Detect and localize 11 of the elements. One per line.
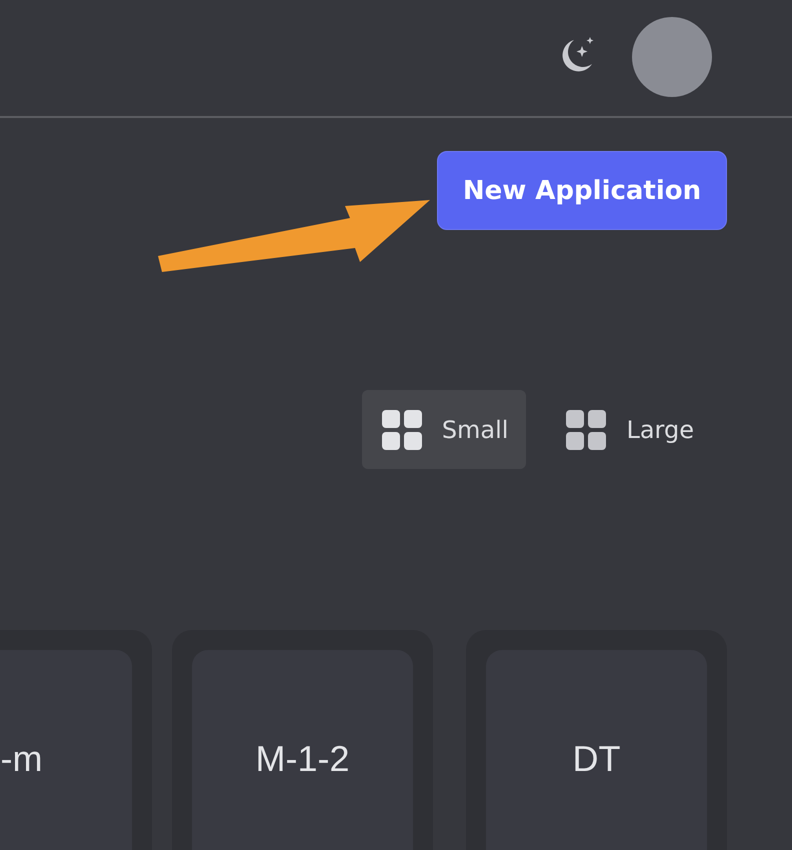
application-card[interactable]: DT [466,630,727,850]
application-card[interactable]: M-1-2 [172,630,433,850]
grid-icon [382,410,422,450]
view-size-toggle[interactable]: Small [362,390,526,469]
grid-icon [566,410,606,450]
application-name: DT [572,738,620,780]
application-name: M-1-2 [255,738,350,780]
new-application-button[interactable]: New Application [437,151,727,230]
application-card[interactable]: -m [0,630,152,850]
application-name: -m [0,738,42,780]
view-size-toggle[interactable]: Large [546,390,712,469]
